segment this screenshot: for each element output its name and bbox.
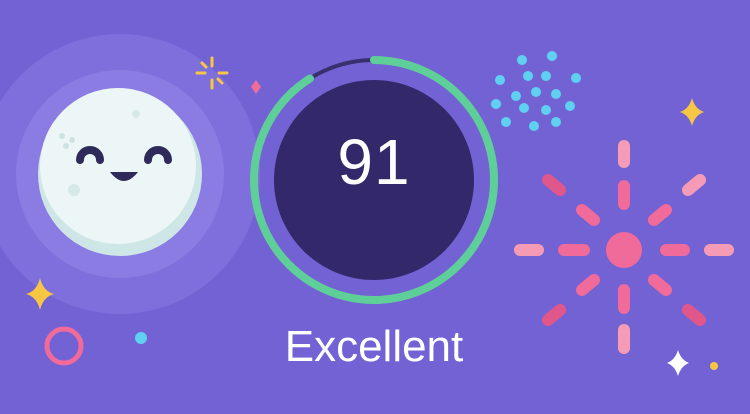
pink-ring-icon	[44, 326, 84, 366]
confetti-dots-icon	[491, 51, 581, 131]
sparkle-icon	[667, 350, 689, 376]
score-rating-label: Excellent	[284, 322, 464, 371]
firework-icon	[514, 140, 734, 354]
score-value: 91	[337, 126, 411, 198]
yellow-dot-icon	[710, 362, 718, 370]
sparkle-icon	[680, 98, 704, 126]
pink-diamond-icon	[251, 80, 261, 94]
blue-dot-icon	[135, 332, 147, 344]
